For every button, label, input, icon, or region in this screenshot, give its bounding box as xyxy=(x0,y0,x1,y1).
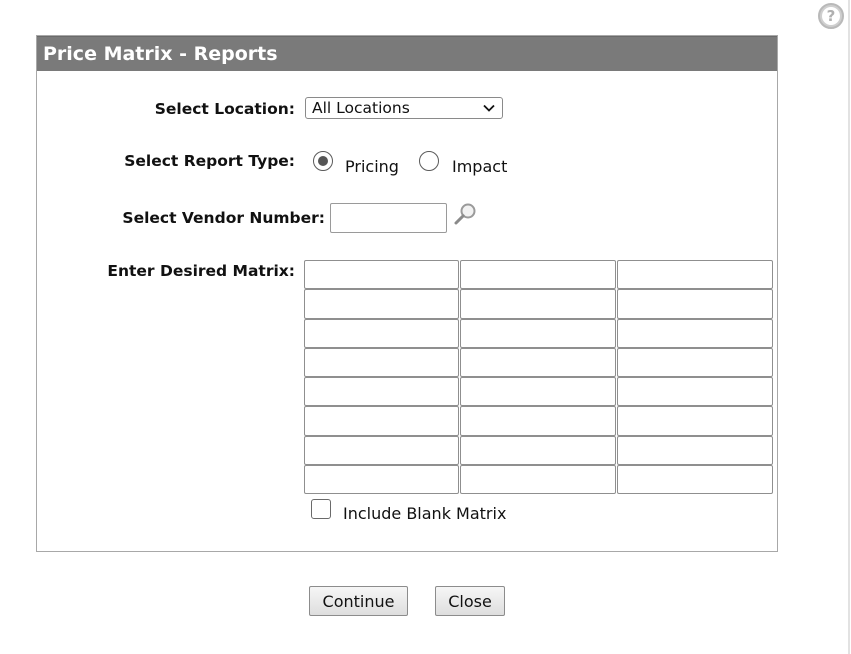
location-selected-value: All Locations xyxy=(312,99,410,117)
report-type-label: Select Report Type: xyxy=(124,152,295,170)
radio-selected-dot xyxy=(317,155,328,166)
matrix-cell[interactable] xyxy=(617,465,773,495)
matrix-cell[interactable] xyxy=(460,406,616,436)
matrix-cell[interactable] xyxy=(460,289,616,319)
matrix-cell[interactable] xyxy=(460,465,616,495)
matrix-cell[interactable] xyxy=(304,377,459,407)
vendor-number-input[interactable] xyxy=(330,203,447,233)
matrix-cell[interactable] xyxy=(304,347,459,378)
magnifier-icon[interactable] xyxy=(453,201,479,227)
matrix-cell[interactable] xyxy=(460,377,616,407)
help-icon[interactable]: ? xyxy=(818,3,844,29)
matrix-cell[interactable] xyxy=(304,289,459,319)
help-glyph: ? xyxy=(822,7,840,25)
include-blank-checkbox[interactable] xyxy=(311,499,331,519)
location-label: Select Location: xyxy=(154,100,295,118)
matrix-cell[interactable] xyxy=(460,347,616,378)
matrix-cell[interactable] xyxy=(617,435,773,466)
matrix-cell[interactable] xyxy=(460,260,616,290)
radio-pricing[interactable] xyxy=(313,151,333,171)
matrix-label: Enter Desired Matrix: xyxy=(107,262,295,280)
radio-impact-label[interactable]: Impact xyxy=(452,157,507,176)
matrix-cell[interactable] xyxy=(304,260,459,290)
vendor-label: Select Vendor Number: xyxy=(122,209,325,227)
matrix-cell[interactable] xyxy=(617,347,773,378)
matrix-cell[interactable] xyxy=(617,318,773,348)
price-matrix-panel: Price Matrix - Reports Select Location: … xyxy=(36,35,778,552)
matrix-cell[interactable] xyxy=(304,318,459,348)
window-edge xyxy=(848,0,850,654)
matrix-cell[interactable] xyxy=(304,465,459,495)
panel-title: Price Matrix - Reports xyxy=(37,36,777,71)
matrix-cell[interactable] xyxy=(617,260,773,290)
matrix-cell[interactable] xyxy=(304,435,459,466)
matrix-cell[interactable] xyxy=(617,377,773,407)
continue-button[interactable]: Continue xyxy=(309,586,408,616)
matrix-cell[interactable] xyxy=(304,406,459,436)
chevron-down-icon xyxy=(483,104,495,112)
include-blank-label[interactable]: Include Blank Matrix xyxy=(343,504,506,523)
matrix-grid xyxy=(304,260,774,495)
location-select[interactable]: All Locations xyxy=(305,97,503,119)
radio-pricing-label[interactable]: Pricing xyxy=(345,157,399,176)
radio-impact[interactable] xyxy=(419,151,439,171)
matrix-cell[interactable] xyxy=(460,435,616,466)
matrix-cell[interactable] xyxy=(617,406,773,436)
matrix-cell[interactable] xyxy=(617,289,773,319)
matrix-cell[interactable] xyxy=(460,318,616,348)
close-button[interactable]: Close xyxy=(435,586,505,616)
